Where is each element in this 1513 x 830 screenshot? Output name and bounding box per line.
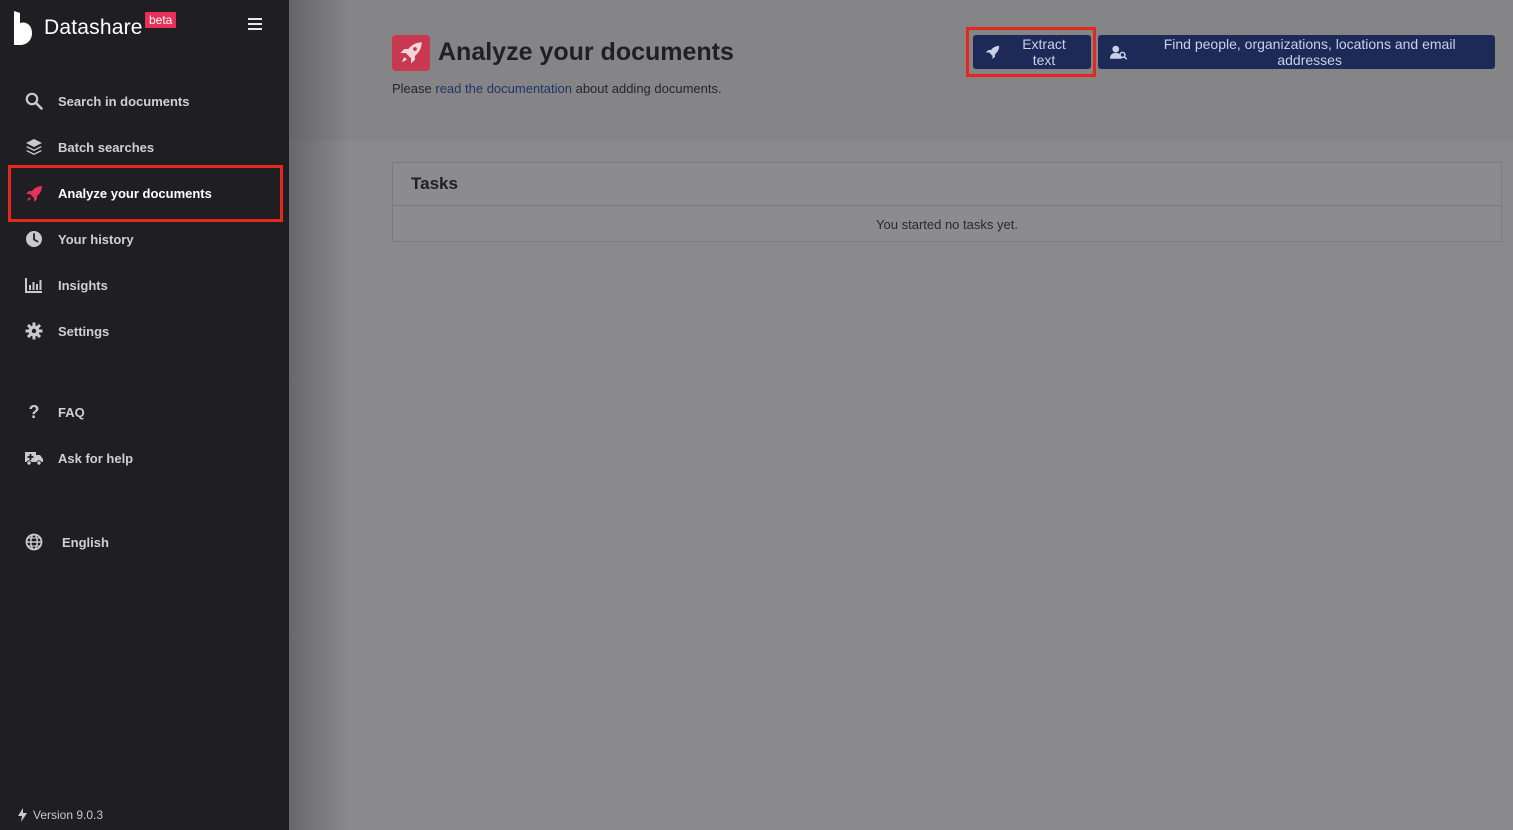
sidebar-item-label: Analyze your documents	[58, 186, 212, 201]
sidebar-item-search[interactable]: Search in documents	[8, 78, 283, 124]
language-label: English	[62, 534, 109, 550]
extract-text-label: Extract text	[1022, 36, 1066, 68]
sidebar-item-help[interactable]: Ask for help	[8, 435, 283, 481]
sidebar-item-label: FAQ	[58, 404, 85, 420]
sidebar-item-insights[interactable]: Insights	[8, 262, 283, 308]
sidebar-item-label: Search in documents	[58, 93, 190, 109]
beta-badge: beta	[145, 12, 177, 28]
sidebar-item-label: Batch searches	[58, 139, 155, 155]
tasks-empty-message: You started no tasks yet.	[876, 216, 1018, 232]
sidebar-item-batch-searches[interactable]: Batch searches	[8, 124, 283, 170]
clock-icon	[24, 229, 44, 249]
rocket-icon	[985, 45, 1000, 59]
version-info: Version 9.0.3	[18, 808, 103, 822]
user-search-icon	[1110, 45, 1128, 60]
chart-icon	[24, 275, 44, 295]
sidebar-item-label: Settings	[58, 323, 110, 339]
brand[interactable]: Datashare beta	[12, 10, 177, 46]
language-selector[interactable]: English	[8, 519, 283, 565]
globe-icon	[24, 532, 44, 552]
search-icon	[24, 91, 44, 111]
bolt-icon	[18, 808, 27, 822]
datashare-logo-icon	[14, 11, 32, 45]
version-text: Version 9.0.3	[33, 808, 104, 822]
sidebar-item-analyze[interactable]: Analyze your documents	[8, 165, 283, 222]
documentation-link[interactable]: read the documentation	[435, 81, 572, 96]
rocket-icon	[392, 35, 430, 71]
brand-name: Datashare	[44, 16, 143, 39]
subtitle-text: Please	[392, 81, 436, 96]
sidebar-item-label: Insights	[58, 277, 108, 293]
find-entities-button[interactable]: Find people, organizations, locations an…	[1098, 35, 1495, 69]
tasks-title: Tasks	[393, 163, 1501, 206]
page-header: Analyze your documents Please read the d…	[289, 0, 1513, 141]
subtitle-text-end: about adding documents.	[571, 81, 722, 96]
question-icon: ?	[28, 401, 40, 422]
extract-text-button[interactable]: Extract text	[973, 35, 1091, 69]
tasks-card: Tasks You started no tasks yet.	[392, 162, 1502, 242]
ambulance-icon	[24, 448, 44, 468]
sidebar-item-label: Ask for help	[58, 450, 134, 466]
page-subtitle: Please read the documentation about addi…	[392, 81, 722, 96]
sidebar-item-settings[interactable]: Settings	[8, 308, 283, 354]
rocket-icon	[24, 184, 44, 204]
sidebar-item-faq[interactable]: ? FAQ	[8, 389, 283, 435]
layers-icon	[24, 137, 44, 157]
page-title: Analyze your documents	[438, 38, 734, 66]
sidebar: Datashare beta Search in documents Batch…	[0, 0, 289, 830]
sidebar-item-history[interactable]: Your history	[8, 216, 283, 262]
find-entities-label: Find people, organizations, locations an…	[1163, 36, 1456, 68]
gear-icon	[24, 321, 44, 341]
sidebar-item-label: Your history	[58, 231, 134, 247]
hamburger-menu-icon[interactable]	[246, 16, 264, 34]
